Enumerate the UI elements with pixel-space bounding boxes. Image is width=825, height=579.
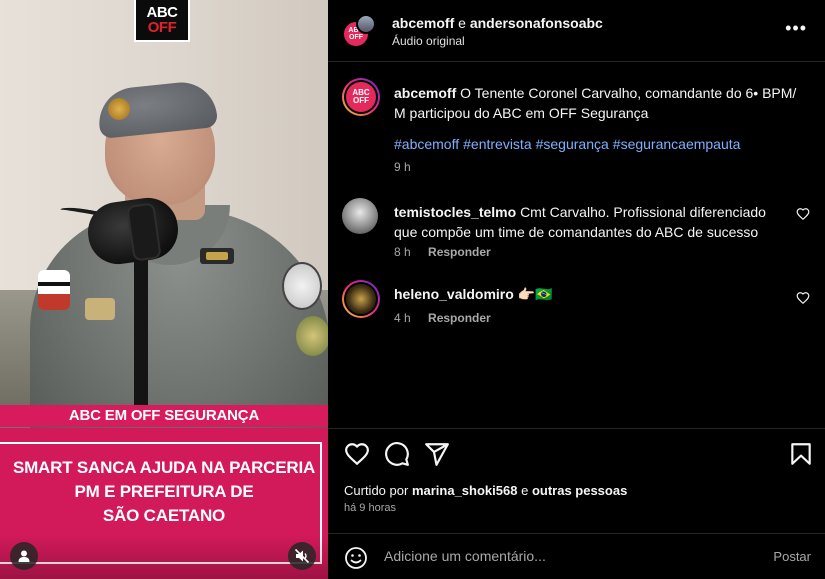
post-video[interactable]: ABC OFF ABC EM OFF SEGURANÇA SMART SANCA… — [0, 0, 328, 579]
comment-icon[interactable] — [384, 441, 410, 467]
post-actions: Curtido por marina_shoki568 e outras pes… — [328, 428, 825, 579]
post-header: ABC OFF abcemoff e andersonafonsoabc Áud… — [328, 0, 825, 62]
shoulder-patch — [282, 262, 322, 310]
heart-icon[interactable] — [796, 291, 810, 305]
beret-badge — [108, 98, 130, 120]
logo-text-bottom: OFF — [148, 20, 177, 35]
authors-connector: e — [458, 15, 466, 31]
comment-time: 8 h — [394, 245, 411, 259]
liked-by-connector: e — [521, 483, 529, 498]
comment-text: temistocles_telmo Cmt Carvalho. Profissi… — [394, 202, 789, 242]
hashtag-link[interactable]: #abcemoff — [394, 136, 459, 152]
more-options-button[interactable]: ••• — [785, 19, 807, 37]
caption-hashtags: #abcemoff #entrevista #segurança #seguranca… — [394, 136, 744, 152]
tagged-users-button[interactable] — [10, 542, 38, 570]
caption-avatar-image: ABC OFF — [346, 82, 376, 112]
share-icon[interactable] — [424, 441, 450, 467]
abc-off-logo: ABC OFF — [134, 0, 190, 42]
comment-avatar-ring — [344, 282, 378, 316]
post-comment-button[interactable]: Postar — [773, 549, 811, 564]
caption-text: abcemoff O Tenente Coronel Carvalho, com… — [394, 83, 804, 123]
caption-line-2: PM E PREFEITURA DE — [74, 482, 254, 501]
post-details-panel: ABC OFF abcemoff e andersonafonsoabc Áud… — [328, 0, 825, 579]
comment-input[interactable]: Adicione um comentário... — [384, 548, 546, 564]
emoji-icon[interactable] — [344, 546, 368, 570]
comment-body: 👉🏻🇧🇷 — [517, 286, 553, 302]
video-controls-bar — [0, 535, 328, 579]
caption-line-3: SÃO CAETANO — [102, 506, 226, 525]
comment-username[interactable]: temistocles_telmo — [394, 204, 516, 220]
comment-avatar-image — [346, 284, 376, 314]
comment-composer: Adicione um comentário... Postar — [328, 533, 825, 579]
original-audio-link[interactable]: Áudio original — [392, 34, 465, 48]
post-timestamp: há 9 horas — [344, 502, 396, 514]
caption-headline: SMART SANCA AJUDA NA PARCERIA PM E PREFE… — [4, 456, 324, 528]
logo-text-top: ABC — [146, 4, 179, 21]
like-heart-icon[interactable] — [344, 441, 370, 467]
caption-avatar[interactable]: ABC OFF — [342, 78, 380, 116]
caption-timestamp: 9 h — [394, 160, 411, 174]
hashtag-link[interactable]: #segurança — [536, 136, 609, 152]
collab-avatars[interactable]: ABC OFF — [342, 14, 376, 50]
logo-text-accent: OFF — [147, 19, 177, 36]
liked-by-others[interactable]: outras pessoas — [532, 483, 627, 498]
comment-meta: 8 h Responder — [394, 245, 505, 259]
comment-time: 4 h — [394, 311, 411, 325]
liked-by-prefix: Curtido por — [344, 483, 409, 498]
rank-insignia — [200, 248, 234, 264]
comment-username[interactable]: heleno_valdomiro — [394, 286, 514, 302]
reply-button[interactable]: Responder — [428, 245, 491, 259]
caption-avatar-ring: ABC OFF — [344, 80, 378, 114]
comment-meta: 4 h Responder — [394, 311, 505, 325]
chest-medal — [85, 298, 115, 320]
user-icon — [18, 550, 30, 562]
caption-segment-title: ABC EM OFF SEGURANÇA — [0, 405, 328, 427]
andersonafonsoabc-avatar — [356, 14, 376, 34]
author-link-abcemoff[interactable]: abcemoff — [392, 15, 454, 31]
heart-icon[interactable] — [796, 207, 810, 221]
comment-avatar[interactable] — [342, 198, 378, 234]
author-link-andersonafonsoabc[interactable]: andersonafonsoabc — [470, 15, 603, 31]
comment-avatar[interactable] — [342, 280, 380, 318]
liked-by: Curtido por marina_shoki568 e outras pes… — [344, 483, 627, 498]
caption-line-1: SMART SANCA AJUDA NA PARCERIA — [12, 458, 316, 477]
speaker-muted-icon — [294, 548, 310, 564]
mute-button[interactable] — [288, 542, 316, 570]
sleeve-patch — [296, 316, 328, 356]
caption-username[interactable]: abcemoff — [394, 85, 456, 101]
comment-text: heleno_valdomiro 👉🏻🇧🇷 — [394, 284, 789, 304]
flag-patch — [38, 270, 70, 310]
mic-arm — [134, 255, 148, 415]
liked-by-user[interactable]: marina_shoki568 — [412, 483, 518, 498]
reply-button[interactable]: Responder — [428, 311, 491, 325]
post-authors: abcemoff e andersonafonsoabc — [392, 15, 603, 31]
hashtag-link[interactable]: #entrevista — [463, 136, 531, 152]
hashtag-link[interactable]: #segurancaempauta — [613, 136, 741, 152]
bookmark-icon[interactable] — [788, 441, 814, 467]
